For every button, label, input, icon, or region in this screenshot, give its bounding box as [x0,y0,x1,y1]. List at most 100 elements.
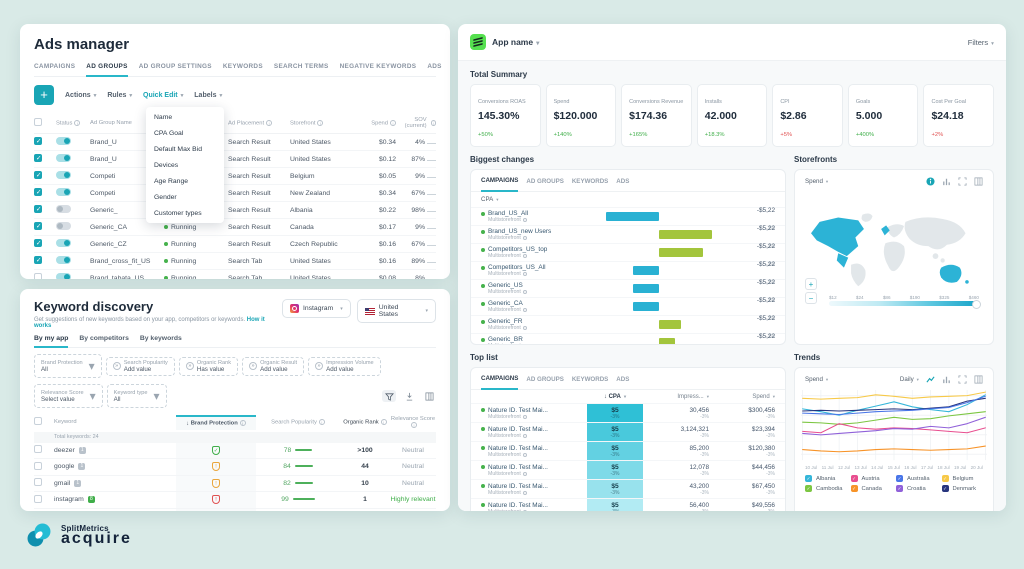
cpa-column-header[interactable]: CPA [587,394,643,400]
grid-icon[interactable] [974,375,983,384]
top-list-row[interactable]: Nature ID. Test Mai... Multistorefront $… [471,460,785,479]
keyword-table-row[interactable]: snapchat1 100 3 Relevant [34,509,436,511]
top-list-tab[interactable]: ADS [616,376,629,389]
ads-table-row[interactable]: Generic_ Running Search Result Albania $… [34,202,436,219]
app-select[interactable]: Instagram [282,299,351,318]
ads-manager-tab[interactable]: NEGATIVE KEYWORDS [340,63,417,76]
status-toggle[interactable] [56,273,71,279]
legend-gradient-bar[interactable] [829,301,979,306]
legend-item[interactable]: Denmark [942,485,984,492]
top-list-row[interactable]: Nature ID. Test Mai... Multistorefront $… [471,403,785,422]
quick-edit-menu-item[interactable]: Customer types [146,205,224,221]
ads-table-row[interactable]: Brand_tabata_US Running Search Tab Unite… [34,270,436,279]
zoom-in-button[interactable]: + [805,278,817,290]
legend-item[interactable]: Albania [805,475,847,482]
status-toggle[interactable] [56,137,71,145]
metric-select[interactable]: Spend [805,376,828,383]
ads-manager-tab[interactable]: SEARCH TERMS [274,63,329,76]
quick-edit-menu-item[interactable]: Name [146,109,224,125]
status-toggle[interactable] [56,256,71,264]
ads-table-row[interactable]: Generic_CZ Running Search Result Czech R… [34,236,436,253]
row-checkbox[interactable] [34,171,42,179]
legend-item[interactable]: Austria [851,475,893,482]
bar-chart-icon[interactable] [942,375,951,384]
row-checkbox[interactable] [34,478,42,486]
legend-item[interactable]: Belgium [942,475,984,482]
row-checkbox[interactable] [34,256,42,264]
row-checkbox[interactable] [34,239,42,247]
quick-edit-menu-item[interactable]: Age Range [146,173,224,189]
ads-table-row[interactable]: Competi Paused Search Result New Zealand… [34,185,436,202]
labels-button[interactable]: Labels [194,92,222,99]
keyword-table-row[interactable]: gmail1 82 10 Neutral [34,476,436,493]
app-name-select[interactable]: App name [492,37,539,47]
select-all-checkbox[interactable] [34,417,42,425]
ads-table-row[interactable]: Brand_U Running Search Result United Sta… [34,151,436,168]
biggest-changes-row[interactable]: Generic_BR Multistorefront -$5,22-3% [471,333,785,345]
status-toggle[interactable] [56,171,71,179]
quick-edit-menu-item[interactable]: CPA Goal [146,125,224,141]
status-toggle[interactable] [56,205,71,213]
status-toggle[interactable] [56,222,71,230]
impressions-column-header[interactable]: Impress... [643,394,709,400]
status-toggle[interactable] [56,188,71,196]
quick-edit-button[interactable]: Quick Edit [143,92,183,99]
world-map[interactable]: + − $12$24$86$190$325$460 [801,190,987,308]
filter-chip[interactable]: Keyword typeAll [107,384,167,408]
row-checkbox[interactable] [34,205,42,213]
top-list-row[interactable]: Nature ID. Test Mai... Multistorefront $… [471,498,785,511]
rules-button[interactable]: Rules [107,92,132,99]
row-checkbox[interactable] [34,445,42,453]
zoom-out-button[interactable]: − [805,292,817,304]
status-toggle[interactable] [56,239,71,247]
spend-column-header[interactable]: Spend [709,394,775,400]
keyword-table-row[interactable]: google1 84 44 Neutral [34,459,436,476]
top-list-row[interactable]: Nature ID. Test Mai... Multistorefront $… [471,479,785,498]
row-checkbox[interactable] [34,273,42,279]
biggest-changes-tab[interactable]: KEYWORDS [572,178,608,191]
top-list-row[interactable]: Nature ID. Test Mai... Multistorefront $… [471,441,785,460]
ads-manager-tab[interactable]: AD GROUPS [86,63,127,77]
ads-table-row[interactable]: Competi Paused Search Result Belgium $0.… [34,168,436,185]
ad-group-name[interactable]: Brand_tabata_US [90,275,164,280]
ad-group-name[interactable]: Brand_cross_fit_US [90,258,164,265]
keyword-table-row[interactable]: deezer1 78 >100 Neutral [34,443,436,460]
quick-edit-menu-item[interactable]: Gender [146,189,224,205]
top-list-tab[interactable]: AD GROUPS [526,376,563,389]
ads-manager-tab[interactable]: ADS [427,63,441,76]
row-checkbox[interactable] [34,222,42,230]
ads-manager-tab[interactable]: CAMPAIGNS [34,63,75,76]
filter-chip[interactable]: Search PopularityAdd value [106,357,175,376]
keyword-discovery-tab[interactable]: By my app [34,335,68,348]
biggest-changes-tab[interactable]: AD GROUPS [526,178,563,191]
filter-funnel-button[interactable] [382,390,396,402]
actions-button[interactable]: Actions [65,92,96,99]
filter-chip[interactable]: Relevance ScoreSelect value [34,384,103,408]
quick-edit-menu-item[interactable]: Default Max Bid [146,141,224,157]
legend-item[interactable]: Croatia [896,485,938,492]
filters-button[interactable]: Filters [968,38,994,47]
ads-manager-tab[interactable]: KEYWORDS [223,63,263,76]
ad-group-name[interactable]: Generic_CZ [90,241,164,248]
quick-edit-menu-item[interactable]: Devices [146,157,224,173]
columns-button[interactable] [422,390,436,402]
row-checkbox[interactable] [34,137,42,145]
keyword-table-row[interactable]: instagram8 99 1 Highly relevant [34,492,436,509]
filter-chip[interactable]: Organic RankHas value [179,357,238,376]
metric-select[interactable]: CPA [481,196,499,203]
ad-group-name[interactable]: Generic_CA [90,224,164,231]
biggest-changes-tab[interactable]: CAMPAIGNS [481,177,518,192]
download-button[interactable] [402,390,416,402]
ads-table-row[interactable]: Generic_CA Running Search Result Canada … [34,219,436,236]
row-checkbox[interactable] [34,495,42,503]
add-button[interactable] [34,85,54,105]
line-chart-icon[interactable] [926,375,935,384]
row-checkbox[interactable] [34,154,42,162]
keyword-discovery-tab[interactable]: By competitors [79,335,128,347]
sort-column-header[interactable]: Brand Protection [176,415,256,430]
country-select[interactable]: United States [357,299,436,323]
info-icon[interactable] [926,177,935,186]
legend-item[interactable]: Australia [896,475,938,482]
top-list-tab[interactable]: KEYWORDS [572,376,608,389]
legend-item[interactable]: Canada [851,485,893,492]
